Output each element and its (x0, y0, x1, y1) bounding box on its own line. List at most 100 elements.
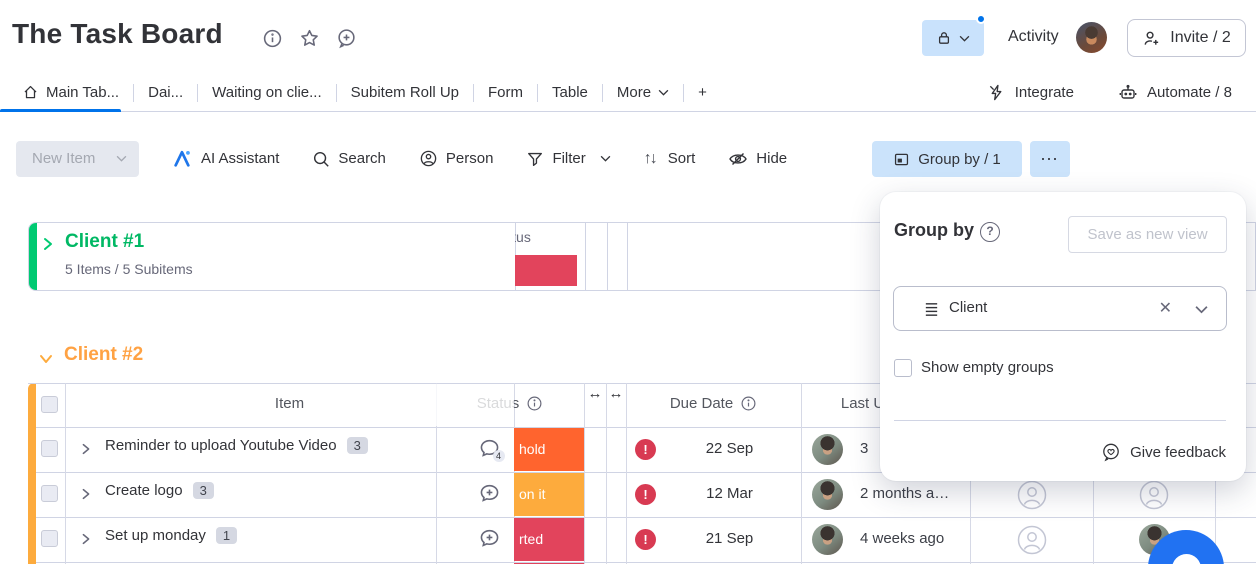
group-color-bar (28, 383, 36, 564)
chat-bubble-plus-icon (480, 529, 498, 547)
tab-form[interactable]: Form (474, 84, 537, 101)
avatar[interactable] (1076, 22, 1107, 53)
new-item-button[interactable]: New Item (16, 140, 139, 177)
group-title[interactable]: Client #1 (65, 231, 144, 253)
overdue-warning-icon: ! (635, 529, 656, 550)
activity-button[interactable]: Activity (1008, 28, 1059, 46)
tab-waiting-on-client[interactable]: Waiting on clie... (198, 84, 336, 101)
tab-table[interactable]: Table (538, 84, 602, 101)
avatar[interactable] (812, 434, 843, 465)
toolbar-more-button[interactable]: ⋯ (1030, 141, 1070, 177)
item-name-cell[interactable]: Create logo 3 (105, 482, 214, 499)
person-label: Person (445, 150, 494, 167)
tab-subitem-roll-up[interactable]: Subitem Roll Up (337, 84, 473, 101)
avatar[interactable] (812, 524, 843, 555)
status-cell[interactable]: rted (514, 518, 584, 561)
last-updated-cell: 2 months a… (860, 485, 950, 502)
sort-button[interactable]: ↑↓ Sort (644, 150, 696, 168)
add-conversation-button[interactable] (464, 482, 514, 505)
group-by-popup: Group by ? Save as new view Client ✕ Sho… (880, 192, 1246, 481)
column-resize-handle[interactable]: ↔ (606, 385, 626, 402)
chevron-down-icon[interactable] (1195, 305, 1208, 314)
show-empty-groups-checkbox[interactable] (894, 359, 912, 377)
divider (894, 420, 1226, 421)
status-distribution-bar[interactable] (515, 255, 577, 286)
save-as-new-view-button[interactable]: Save as new view (1068, 216, 1227, 253)
popup-title: Group by (894, 220, 974, 240)
column-resize-handle[interactable]: ↔ (584, 385, 606, 402)
filter-button[interactable]: Filter (526, 150, 611, 168)
column-fade-overlay (329, 224, 515, 253)
tab-label: More (616, 84, 652, 101)
subitem-count-badge: 1 (215, 527, 238, 544)
tab-bar: Main Tab... Dai... Waiting on clie... Su… (0, 74, 1256, 112)
give-feedback-label: Give feedback (1130, 443, 1226, 461)
invite-button[interactable]: Invite / 2 (1127, 19, 1246, 57)
tab-label: Main Tab... (46, 84, 120, 101)
tab-more-dropdown[interactable]: More (603, 84, 683, 101)
row-checkbox[interactable] (41, 440, 58, 457)
search-button[interactable]: Search (312, 150, 386, 168)
add-view-button[interactable]: + (684, 84, 721, 101)
column-divider (607, 223, 608, 290)
row-checkbox[interactable] (41, 530, 58, 547)
group-by-field-select[interactable]: Client ✕ (893, 286, 1227, 331)
clear-field-icon[interactable]: ✕ (1159, 298, 1172, 318)
board-permissions-button[interactable] (922, 20, 984, 56)
favorite-star-icon[interactable] (299, 28, 320, 49)
group-by-icon (893, 151, 910, 168)
automate-button[interactable]: Automate / 8 (1118, 83, 1232, 103)
row-divider (36, 517, 1256, 518)
eye-slash-icon (728, 149, 748, 169)
subitem-count-badge: 3 (192, 482, 214, 499)
group-by-button[interactable]: Group by / 1 (872, 141, 1022, 177)
feedback-bubble-icon[interactable] (336, 28, 357, 49)
home-icon (22, 84, 39, 101)
ai-assistant-button[interactable]: AI Assistant (172, 148, 279, 169)
expand-group-chevron-icon[interactable] (40, 236, 56, 252)
show-empty-groups-label[interactable]: Show empty groups (921, 359, 1054, 376)
tab-main-table[interactable]: Main Tab... (16, 84, 133, 101)
empty-person-icon[interactable] (1017, 525, 1047, 555)
due-date-cell[interactable]: 22 Sep (658, 440, 801, 457)
empty-person-icon[interactable] (1017, 480, 1047, 510)
expand-item-chevron-icon[interactable] (79, 532, 93, 546)
avatar[interactable] (812, 479, 843, 510)
group-title[interactable]: Client #2 (64, 344, 143, 366)
add-conversation-button[interactable] (464, 527, 514, 550)
page-title: The Task Board (12, 18, 223, 49)
item-name-cell[interactable]: Set up monday 1 (105, 527, 238, 544)
collapse-group-chevron-icon[interactable] (38, 351, 54, 367)
item-name: Reminder to upload Youtube Video (105, 437, 337, 454)
conversation-button[interactable]: 4 (464, 437, 514, 462)
column-header-due-date[interactable]: Due Date (626, 395, 801, 412)
group-by-label: Group by / 1 (918, 150, 1001, 168)
info-icon (741, 396, 756, 411)
select-all-checkbox[interactable] (41, 396, 58, 413)
due-date-cell[interactable]: 12 Mar (658, 485, 801, 502)
chevron-down-icon (116, 155, 127, 162)
feedback-heart-icon (1101, 442, 1121, 462)
status-cell[interactable]: on it (514, 473, 584, 516)
sort-label: Sort (667, 150, 696, 167)
expand-item-chevron-icon[interactable] (79, 442, 93, 456)
status-cell[interactable]: hold (514, 428, 584, 471)
tab-label: Form (488, 84, 524, 101)
expand-item-chevron-icon[interactable] (79, 487, 93, 501)
item-name-cell[interactable]: Reminder to upload Youtube Video 3 (105, 437, 368, 454)
group-color-bar (29, 223, 37, 290)
row-checkbox[interactable] (41, 485, 58, 502)
person-filter-button[interactable]: Person (419, 149, 494, 168)
tab-daily[interactable]: Dai... (134, 84, 197, 101)
empty-person-icon[interactable] (1139, 480, 1169, 510)
hide-button[interactable]: Hide (728, 149, 787, 169)
overdue-warning-icon: ! (635, 439, 656, 460)
help-icon[interactable]: ? (980, 222, 1000, 242)
last-updated-cell: 3 (860, 440, 869, 457)
column-divider (585, 223, 586, 290)
chevron-down-icon (600, 155, 611, 162)
give-feedback-button[interactable]: Give feedback (1101, 442, 1226, 462)
integrate-button[interactable]: Integrate (987, 83, 1074, 102)
info-icon[interactable] (262, 28, 283, 49)
due-date-cell[interactable]: 21 Sep (658, 530, 801, 547)
